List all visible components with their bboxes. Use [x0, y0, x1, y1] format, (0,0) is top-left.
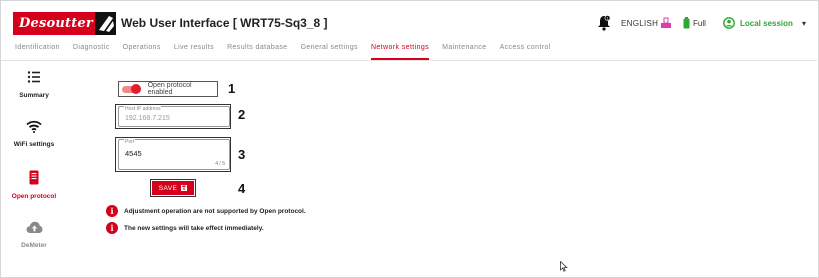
sidebar-item-label: WiFi settings: [13, 141, 55, 148]
toggle-label: Open protocol enabled: [147, 82, 192, 96]
floppy-disk-icon: [181, 185, 188, 191]
sidebar-item-wifi-settings[interactable]: WiFi settings: [6, 120, 62, 148]
open-protocol-toggle[interactable]: Open protocol enabled: [118, 81, 218, 97]
list-icon: [27, 70, 41, 89]
tab-diagnostic[interactable]: Diagnostic: [73, 42, 110, 60]
sidebar-item-label: Open protocol: [11, 193, 57, 200]
sidebar-item-demeter[interactable]: DeMeter: [6, 221, 62, 249]
battery-icon: [683, 14, 690, 32]
session-label[interactable]: Local session: [740, 14, 793, 32]
port-value: 4545: [125, 149, 142, 158]
desoutter-logo: Desoutter: [13, 12, 116, 35]
wifi-icon: [26, 120, 42, 138]
mouse-cursor-icon: [560, 259, 568, 277]
account-icon[interactable]: [723, 14, 735, 32]
toggle-switch[interactable]: [122, 83, 141, 94]
battery-label: Full: [693, 18, 706, 28]
logo-mark-icon: [94, 12, 116, 35]
language-selector[interactable]: ENGLISH: [621, 14, 658, 32]
tab-live-results[interactable]: Live results: [174, 42, 214, 60]
tab-divider: [0, 60, 817, 61]
tab-general-settings[interactable]: General settings: [301, 42, 358, 60]
tab-identification[interactable]: Identification: [15, 42, 60, 60]
sidebar-item-label: DeMeter: [21, 242, 47, 249]
info-message: i The new settings will take effect imme…: [106, 222, 264, 234]
svg-text:1: 1: [607, 17, 609, 21]
usb-icon: [660, 14, 672, 32]
sidebar-item-open-protocol[interactable]: Open protocol: [6, 170, 62, 200]
host-ip-legend: Host IP address: [124, 106, 162, 112]
callout-number-1: 1: [228, 81, 236, 96]
tab-maintenance[interactable]: Maintenance: [442, 42, 486, 60]
tab-results-database[interactable]: Results database: [227, 42, 288, 60]
info-icon: i: [106, 205, 118, 217]
app-title: Web User Interface [ WRT75-Sq3_8 ]: [121, 16, 328, 30]
port-char-counter: 4 / 5: [215, 161, 225, 167]
sidebar-item-label: Summary: [19, 92, 49, 99]
port-field[interactable]: Port 4545 4 / 5: [118, 139, 230, 170]
tab-access-control[interactable]: Access control: [500, 42, 551, 60]
chevron-down-icon[interactable]: ▾: [802, 14, 806, 32]
tab-operations[interactable]: Operations: [123, 42, 161, 60]
callout-number-2: 2: [238, 107, 246, 122]
port-legend: Port: [124, 139, 136, 145]
sidebar-item-summary[interactable]: Summary: [6, 70, 62, 99]
save-button-label: SAVE: [158, 184, 178, 192]
logo-text: Desoutter: [19, 16, 93, 31]
cloud-upload-icon: [26, 221, 43, 239]
host-ip-value: 192.168.7.215: [125, 115, 170, 122]
callout-number-4: 4: [238, 181, 246, 196]
info-icon: i: [106, 222, 118, 234]
host-ip-field[interactable]: Host IP address 192.168.7.215: [118, 106, 230, 127]
warning-message: i Adjustment operation are not supported…: [106, 205, 306, 217]
callout-number-3: 3: [238, 147, 246, 162]
device-icon: [29, 170, 39, 190]
info-message-text: The new settings will take effect immedi…: [124, 224, 264, 232]
notification-bell-icon[interactable]: 1: [597, 14, 611, 32]
main-tabs: Identification Diagnostic Operations Liv…: [15, 42, 564, 60]
tab-network-settings[interactable]: Network settings: [370, 42, 430, 60]
save-button[interactable]: SAVE: [150, 179, 196, 197]
warning-message-text: Adjustment operation are not supported b…: [124, 207, 306, 215]
